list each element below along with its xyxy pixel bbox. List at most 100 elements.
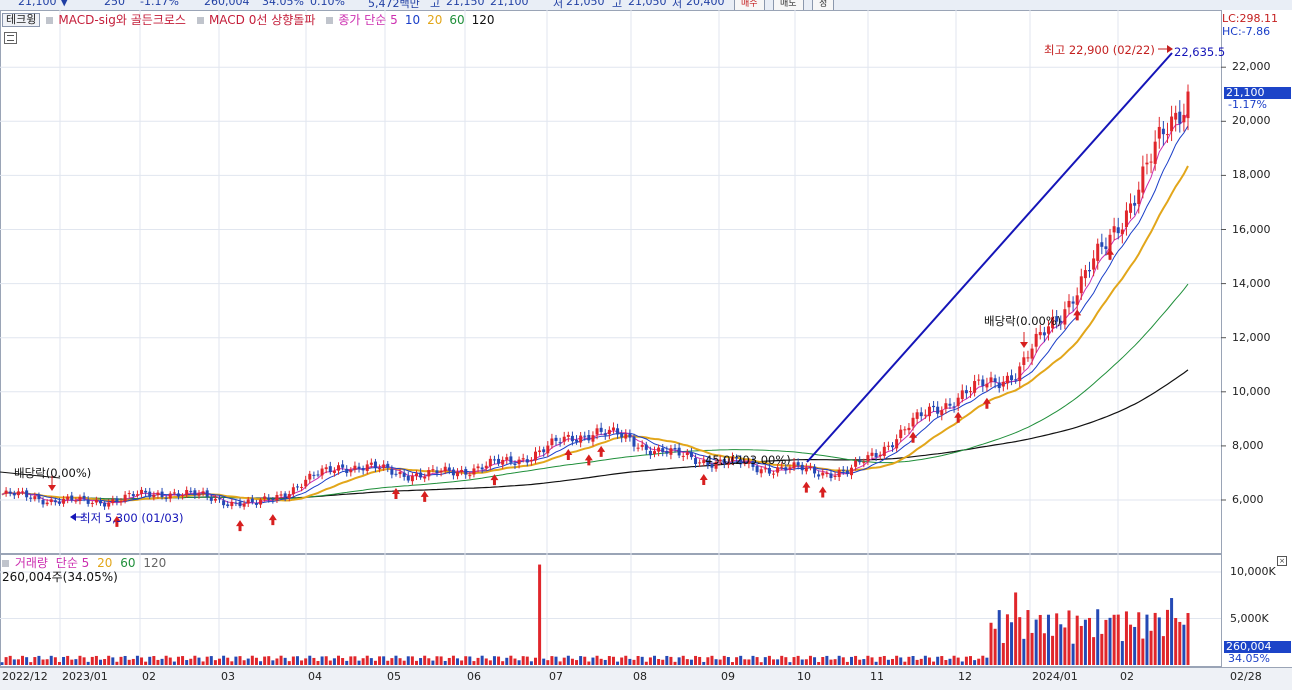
volume-bar [927,657,931,665]
volume-ma60-label[interactable]: 60 [120,556,135,570]
volume-bar [575,660,579,665]
candle-up [156,492,160,496]
volume-bar [718,659,722,665]
legend-ma120[interactable]: 120 [472,13,495,27]
volume-bar [899,657,903,665]
candle-up [300,486,304,488]
volume-bar [283,657,287,665]
volume-bar [591,657,595,665]
candle-up [899,429,903,439]
legend-ma10[interactable]: 10 [405,13,420,27]
chart-canvas[interactable] [0,0,1292,689]
candle-up [369,462,373,465]
candle-up [685,452,689,456]
candle-up [259,499,263,505]
candle-up [172,492,176,494]
candle-up [1124,210,1128,228]
candle-down [1010,375,1014,381]
volume-bar [29,662,33,665]
price-tick-label: 6,000 [1232,493,1264,506]
volume-bar [1014,592,1018,665]
volume-bar [985,657,989,665]
candle-up [460,469,464,473]
volume-ma20-label[interactable]: 20 [97,556,112,570]
volume-bar [1182,624,1186,665]
candle-up [472,468,476,475]
volume-bar [739,655,743,665]
candle-down [295,486,299,488]
volume-bar [90,656,94,665]
volume-bar [1100,633,1104,665]
volume-bar [661,659,665,665]
candle-up [287,494,291,499]
volume-ma5-label[interactable]: 단순 5 [56,556,90,570]
volume-bar [25,657,29,665]
volume-bar [710,655,714,665]
date-tick-label: 09 [721,670,735,683]
legend-macd-golden[interactable]: MACD-sig와 골든크로스 [58,13,186,27]
stock-name-tab[interactable]: 테크윙 [2,13,41,27]
volume-ma120-label[interactable]: 120 [143,556,166,570]
volume-bar [464,656,468,665]
table-view-icon[interactable] [4,32,17,44]
legend-ma60[interactable]: 60 [449,13,464,27]
volume-bar [176,656,180,665]
candle-up [230,501,234,507]
volume-bar [964,656,968,665]
volume-bar [644,661,648,665]
volume-bar [300,660,304,665]
volume-bar [595,655,599,665]
candle-up [488,458,492,467]
candle-up [1096,243,1100,261]
volume-bar [1059,624,1063,665]
legend-ma5[interactable]: 종가 단순 5 [338,13,397,27]
volume-bar [361,658,365,665]
volume-bar [636,655,640,665]
volume-bar [1112,614,1116,665]
volume-bar [57,661,61,665]
volume-bar [213,660,217,665]
candle-up [657,447,661,452]
legend-macd-zero[interactable]: MACD 0선 상향돌파 [209,13,315,27]
candle-up [74,500,78,502]
date-axis[interactable]: 2022/12 2023/01 02 03 04 05 06 07 08 09 10 11 12 2024… [0,667,1292,690]
candle-down [616,428,620,435]
volume-bar [382,656,386,665]
volume-bar [825,655,829,665]
candle-up [837,470,841,477]
volume-bar [665,655,669,665]
volume-bar [1055,613,1059,665]
candle-down [98,501,102,504]
candle-down [997,382,1001,389]
date-tick-label: 06 [467,670,481,683]
candle-up [611,427,615,431]
close-panel-icon[interactable]: × [1277,556,1287,566]
volume-bar [1088,617,1092,665]
volume-bar [332,658,336,665]
volume-bar [1083,619,1087,665]
chart-legend: 테크윙 MACD-sig와 골든크로스 MACD 0선 상향돌파 종가 단순 5… [2,13,495,27]
buy-signal-arrow-icon [818,486,827,498]
candle-up [1067,300,1071,308]
dividend-label-2: 배당락(0.00%) [984,314,1062,328]
volume-bar [648,657,652,665]
volume-bar [246,658,250,665]
volume-bar [702,661,706,665]
candle-up [985,383,989,388]
date-tick-label: 02/28 [1230,670,1262,683]
legend-ma20[interactable]: 20 [427,13,442,27]
candle-up [140,489,144,494]
volume-bar [197,657,201,665]
volume-value-label: 260,004주(34.05%) [2,570,118,584]
volume-bar [337,655,341,665]
buy-signal-arrow-icon [584,454,593,466]
volume-bar [148,656,152,665]
candle-down [406,475,410,481]
volume-title[interactable]: 거래량 [15,556,48,570]
candle-up [378,468,382,470]
volume-bar [369,658,373,665]
candle-down [648,450,652,456]
volume-bar [234,656,238,665]
candle-down [357,466,361,470]
candle-down [238,501,242,507]
